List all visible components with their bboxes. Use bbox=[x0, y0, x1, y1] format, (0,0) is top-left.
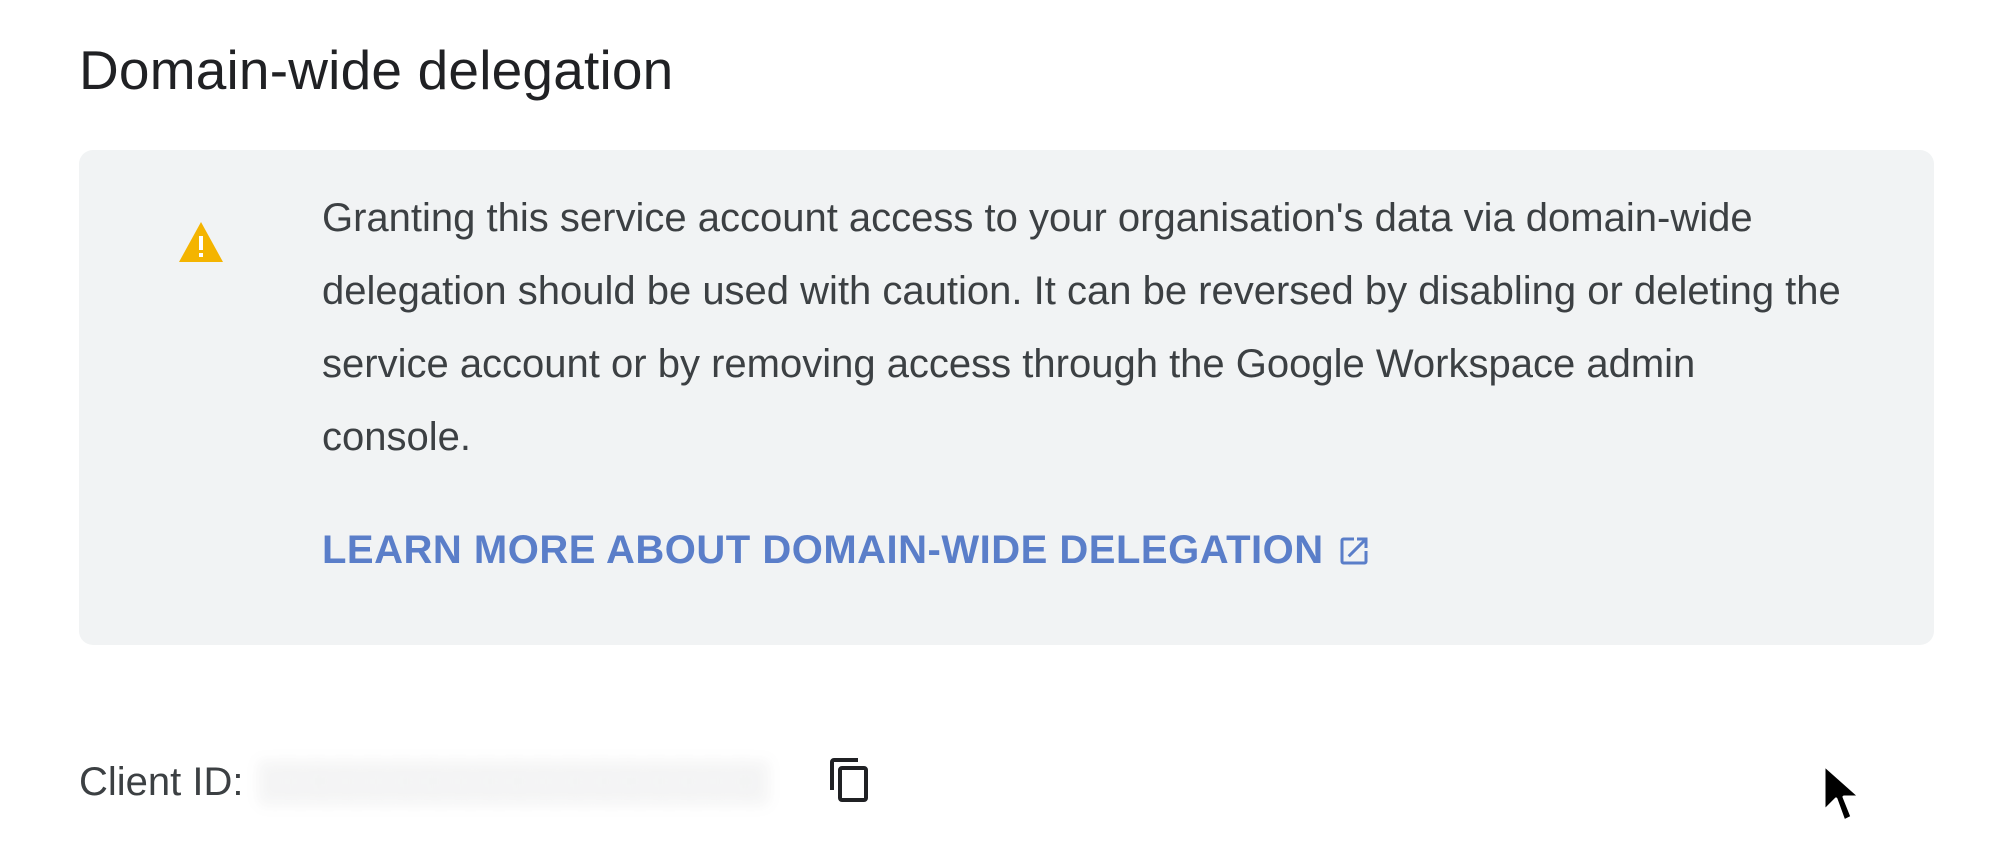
section-title: Domain-wide delegation bbox=[79, 39, 674, 101]
learn-more-link[interactable]: LEARN MORE ABOUT DOMAIN-WIDE DELEGATION bbox=[322, 528, 1372, 573]
mouse-pointer-icon bbox=[1822, 763, 1862, 823]
warning-icon bbox=[179, 222, 223, 262]
warning-message: Granting this service account access to … bbox=[322, 196, 1841, 459]
external-link-icon bbox=[1340, 537, 1368, 564]
service-account-details-panel: Domain-wide delegation Granting this ser… bbox=[0, 0, 2000, 867]
copy-client-id-button[interactable] bbox=[822, 754, 878, 810]
client-id-value-redacted: ░░░░░░░░░░░░░░░░░░░░ bbox=[257, 759, 768, 804]
learn-more-label: LEARN MORE ABOUT DOMAIN-WIDE DELEGATION bbox=[322, 528, 1324, 572]
client-id-row: Client ID: ░░░░░░░░░░░░░░░░░░░░ bbox=[79, 752, 768, 812]
copy-icon bbox=[830, 758, 868, 802]
client-id-label: Client ID: bbox=[79, 759, 244, 804]
